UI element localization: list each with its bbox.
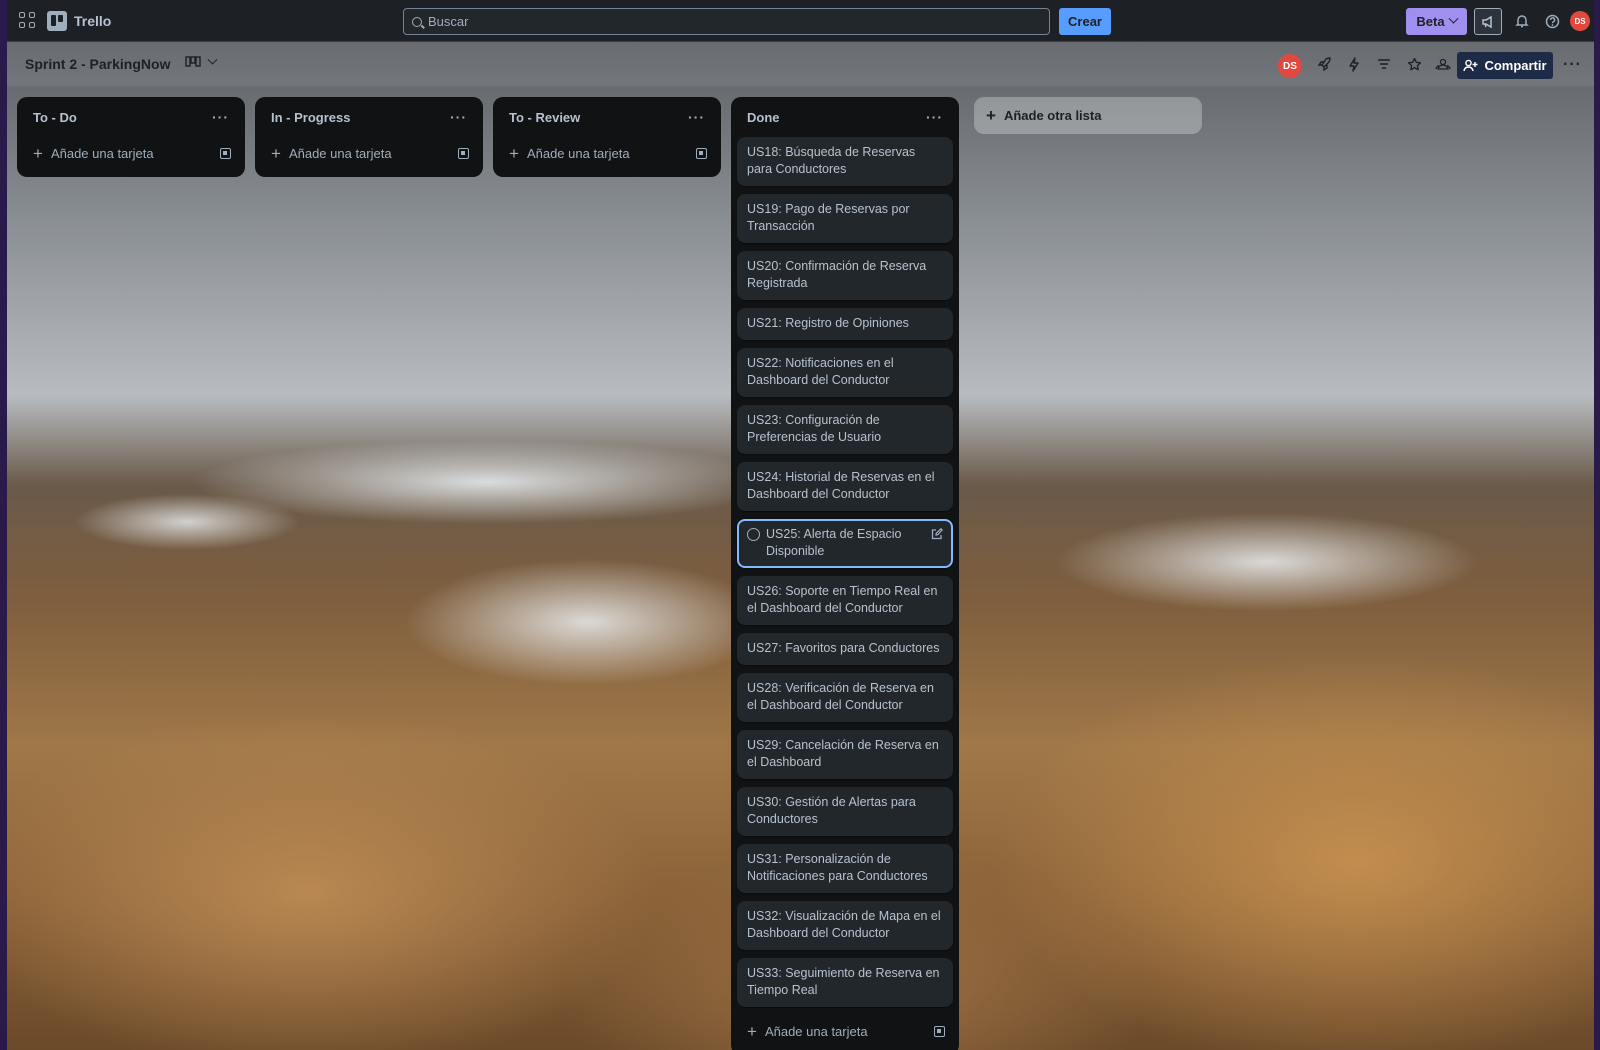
announcement-button[interactable] [1474, 8, 1502, 35]
card[interactable]: US23: Configuración de Preferencias de U… [737, 405, 953, 454]
team-visibility-icon [1435, 58, 1451, 70]
card-list: US18: Búsqueda de Reservas para Conducto… [737, 137, 953, 1007]
trello-logo[interactable]: Trello [47, 11, 111, 31]
plus-icon: + [33, 143, 43, 163]
search-box[interactable] [403, 8, 1050, 35]
board-member-avatar[interactable]: DS [1278, 54, 1302, 78]
card[interactable]: US28: Verificación de Reserva en el Dash… [737, 673, 953, 722]
chevron-down-icon [207, 54, 218, 65]
lightning-icon [1349, 56, 1359, 72]
chevron-down-icon [1448, 13, 1459, 24]
add-card-button[interactable]: + Añade una tarjeta [261, 137, 477, 169]
card[interactable]: US19: Pago de Reservas por Transacción [737, 194, 953, 243]
create-button[interactable]: Crear [1059, 8, 1111, 35]
card[interactable]: US21: Registro de Opiniones [737, 308, 953, 340]
filter-icon [1378, 59, 1390, 69]
list-title[interactable]: To - Review [509, 110, 580, 125]
search-input[interactable] [428, 14, 1028, 29]
list-done: Done ··· US18: Búsqueda de Reservas para… [731, 97, 959, 1050]
help-icon [1545, 14, 1559, 28]
board-canvas: Sprint 2 - ParkingNow DS Compartir ··· T… [7, 42, 1594, 1050]
card[interactable]: US31: Personalización de Notificaciones … [737, 844, 953, 893]
automation-button[interactable] [1344, 54, 1364, 74]
list-to-do: To - Do ··· + Añade una tarjeta [17, 97, 245, 177]
add-member-icon [1463, 59, 1478, 72]
rocket-icon [1317, 56, 1331, 71]
share-button[interactable]: Compartir [1457, 52, 1553, 79]
visibility-button[interactable] [1433, 54, 1453, 74]
add-card-label: Añade una tarjeta [50, 145, 154, 161]
search-icon [412, 16, 422, 27]
list-title[interactable]: To - Do [33, 110, 77, 125]
list-in-progress: In - Progress ··· + Añade una tarjeta [255, 97, 483, 177]
list-to-review: To - Review ··· + Añade una tarjeta [493, 97, 721, 177]
board-menu-icon[interactable]: ··· [1563, 56, 1582, 74]
plus-icon: + [986, 106, 996, 125]
plus-icon: + [271, 143, 281, 163]
card-hovered[interactable]: US25: Alerta de Espacio Disponible [737, 519, 953, 568]
card-template-icon[interactable] [220, 147, 231, 159]
card[interactable]: US33: Seguimiento de Reserva en Tiempo R… [737, 958, 953, 1007]
share-label: Compartir [1484, 58, 1547, 73]
add-card-button[interactable]: + Añade una tarjeta [737, 1015, 953, 1047]
list-header: In - Progress ··· [261, 97, 477, 137]
beta-label: Beta [1416, 14, 1445, 29]
card[interactable]: US29: Cancelación de Reserva en el Dashb… [737, 730, 953, 779]
bell-icon [1515, 15, 1529, 28]
megaphone-icon [1482, 15, 1492, 28]
app-name: Trello [74, 13, 112, 29]
list-menu-icon[interactable]: ··· [212, 109, 229, 125]
card[interactable]: US32: Visualización de Mapa en el Dashbo… [737, 901, 953, 950]
card[interactable]: US22: Notificaciones en el Dashboard del… [737, 348, 953, 397]
add-card-label: Añade una tarjeta [526, 145, 630, 161]
plus-icon: + [747, 1021, 757, 1041]
card-title: US25: Alerta de Espacio Disponible [766, 527, 902, 558]
list-title[interactable]: Done [747, 110, 780, 125]
add-card-button[interactable]: + Añade una tarjeta [499, 137, 715, 169]
card-template-icon[interactable] [458, 147, 469, 159]
notifications-button[interactable] [1512, 11, 1532, 31]
board-header: Sprint 2 - ParkingNow DS Compartir ··· [7, 42, 1594, 86]
board-title[interactable]: Sprint 2 - ParkingNow [25, 56, 170, 72]
card[interactable]: US20: Confirmación de Reserva Registrada [737, 251, 953, 300]
trello-logo-icon [47, 11, 67, 31]
card-template-icon[interactable] [696, 147, 707, 159]
help-button[interactable] [1542, 11, 1562, 31]
card[interactable]: US30: Gestión de Alertas para Conductore… [737, 787, 953, 836]
list-header: To - Do ··· [23, 97, 239, 137]
star-board-button[interactable] [1404, 54, 1424, 74]
trello-window: Trello Crear Beta DS Sprint 2 - ParkingN… [7, 0, 1594, 1050]
plus-icon: + [509, 143, 519, 163]
list-menu-icon[interactable]: ··· [926, 109, 943, 125]
list-menu-icon[interactable]: ··· [688, 109, 705, 125]
board-view-switcher[interactable] [185, 54, 218, 68]
add-list-button[interactable]: + Añade otra lista [974, 97, 1202, 134]
list-header: Done ··· [737, 97, 953, 137]
add-card-label: Añade una tarjeta [288, 145, 392, 161]
add-list-label: Añade otra lista [1003, 108, 1102, 123]
app-switcher-icon[interactable] [19, 12, 37, 30]
list-title[interactable]: In - Progress [271, 110, 350, 125]
star-icon [1407, 57, 1421, 70]
user-avatar[interactable]: DS [1570, 11, 1590, 31]
card-template-icon[interactable] [934, 1025, 945, 1037]
filter-button[interactable] [1374, 54, 1394, 74]
card[interactable]: US18: Búsqueda de Reservas para Conducto… [737, 137, 953, 186]
list-header: To - Review ··· [499, 97, 715, 137]
complete-checkbox-icon[interactable] [747, 528, 760, 541]
list-menu-icon[interactable]: ··· [450, 109, 467, 125]
edit-icon[interactable] [931, 528, 943, 540]
top-navigation-bar: Trello Crear Beta DS [7, 0, 1594, 42]
card[interactable]: US26: Soporte en Tiempo Real en el Dashb… [737, 576, 953, 625]
board-view-icon [185, 56, 201, 67]
power-ups-button[interactable] [1314, 54, 1334, 74]
card[interactable]: US27: Favoritos para Conductores [737, 633, 953, 665]
card[interactable]: US24: Historial de Reservas en el Dashbo… [737, 462, 953, 511]
add-card-label: Añade una tarjeta [764, 1023, 868, 1039]
beta-button[interactable]: Beta [1406, 8, 1467, 35]
add-card-button[interactable]: + Añade una tarjeta [23, 137, 239, 169]
